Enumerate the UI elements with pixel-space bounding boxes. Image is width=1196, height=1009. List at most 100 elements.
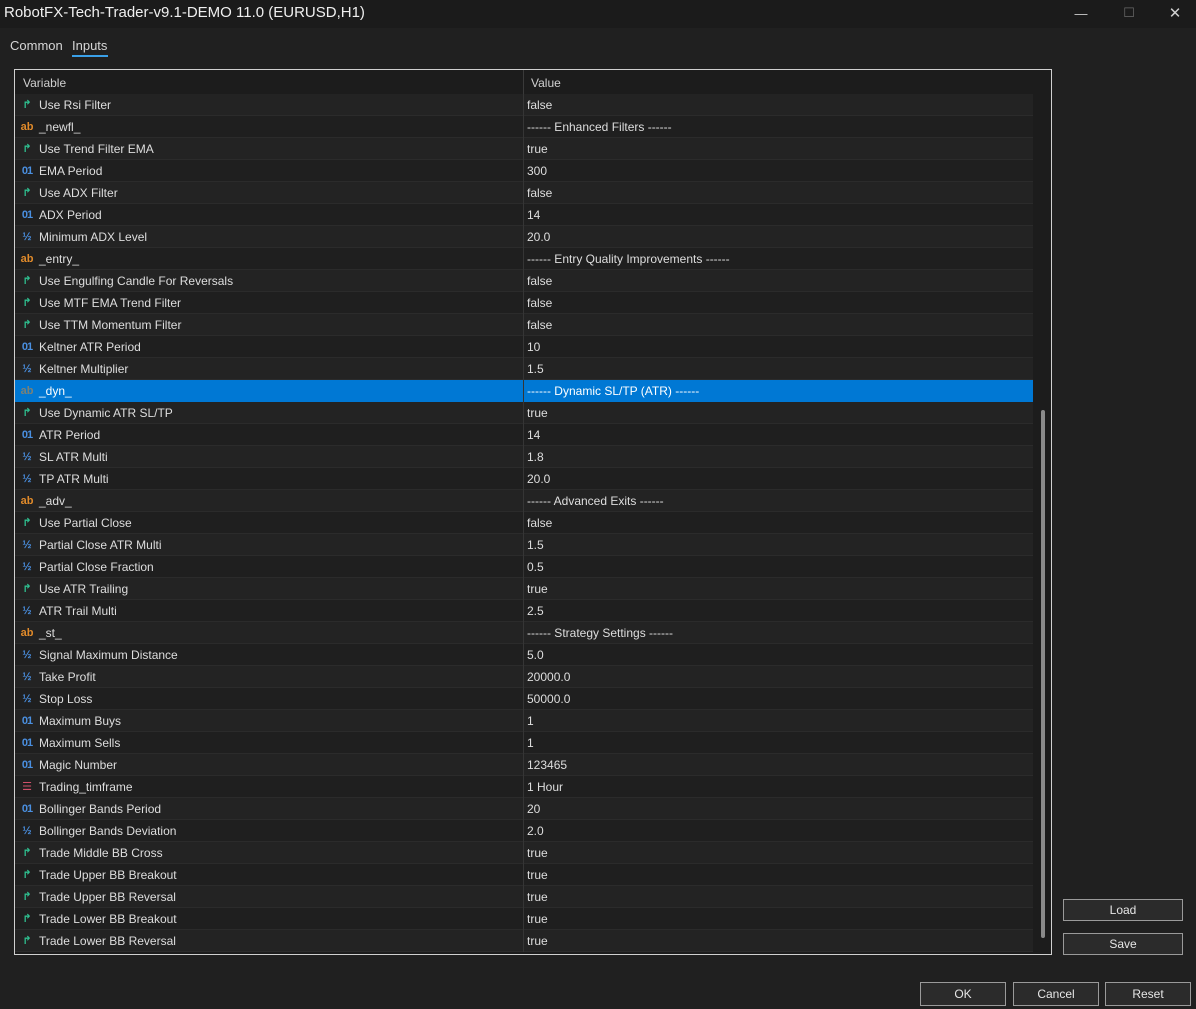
table-row[interactable]: ½ Take Profit 20000.0: [15, 666, 1033, 688]
table-row[interactable]: 01 EMA Period 300: [15, 160, 1033, 182]
variable-value[interactable]: 50000.0: [527, 692, 570, 706]
table-row[interactable]: 01 Bollinger Bands Period 20: [15, 798, 1033, 820]
variable-value[interactable]: true: [527, 890, 548, 904]
table-row[interactable]: ↱ Trade Middle BB Cross true: [15, 842, 1033, 864]
table-row[interactable]: ↱ Use Partial Close false: [15, 512, 1033, 534]
cell-divider: [523, 622, 524, 644]
bool-arrow-icon: ↱: [22, 583, 32, 595]
variable-value[interactable]: false: [527, 98, 552, 112]
table-row[interactable]: ↱ Use Engulfing Candle For Reversals false: [15, 270, 1033, 292]
save-button[interactable]: Save: [1063, 933, 1183, 955]
reset-button[interactable]: Reset: [1105, 982, 1191, 1006]
variable-value[interactable]: false: [527, 296, 552, 310]
cell-divider: [523, 160, 524, 182]
table-row[interactable]: ↱ Use Trend Filter EMA true: [15, 138, 1033, 160]
variable-value[interactable]: 1.5: [527, 362, 544, 376]
variable-value[interactable]: 1 Hour: [527, 780, 563, 794]
variable-value[interactable]: true: [527, 912, 548, 926]
table-row[interactable]: 01 Keltner ATR Period 10: [15, 336, 1033, 358]
scrollbar-thumb[interactable]: [1041, 410, 1045, 938]
table-row[interactable]: ½ Stop Loss 50000.0: [15, 688, 1033, 710]
table-row[interactable]: 01 Magic Number 123465: [15, 754, 1033, 776]
variable-value[interactable]: ------ Strategy Settings ------: [527, 626, 673, 640]
variable-value[interactable]: ------ Enhanced Filters ------: [527, 120, 672, 134]
variable-value[interactable]: 20000.0: [527, 670, 570, 684]
variable-value[interactable]: 300: [527, 164, 547, 178]
variable-value[interactable]: 1.8: [527, 450, 544, 464]
tab-inputs[interactable]: Inputs: [72, 38, 107, 53]
variable-value[interactable]: 2.5: [527, 604, 544, 618]
variable-value[interactable]: 20: [527, 802, 540, 816]
table-row[interactable]: ↱ Trade Upper BB Breakout true: [15, 864, 1033, 886]
variable-value[interactable]: false: [527, 318, 552, 332]
table-row[interactable]: ↱ Use TTM Momentum Filter false: [15, 314, 1033, 336]
table-row[interactable]: ↱ Use MTF EMA Trend Filter false: [15, 292, 1033, 314]
table-row[interactable]: ↱ Use ADX Filter false: [15, 182, 1033, 204]
table-row[interactable]: ↱ Use ATR Trailing true: [15, 578, 1033, 600]
variable-value[interactable]: true: [527, 846, 548, 860]
variable-value[interactable]: false: [527, 516, 552, 530]
column-header-value[interactable]: Value: [531, 76, 561, 90]
cancel-button[interactable]: Cancel: [1013, 982, 1099, 1006]
variable-value[interactable]: 2.0: [527, 824, 544, 838]
variable-value[interactable]: 0.5: [527, 560, 544, 574]
variable-value[interactable]: 1.5: [527, 538, 544, 552]
variable-value[interactable]: false: [527, 274, 552, 288]
variable-value[interactable]: true: [527, 142, 548, 156]
ok-button[interactable]: OK: [920, 982, 1006, 1006]
variable-value[interactable]: ------ Dynamic SL/TP (ATR) ------: [527, 384, 699, 398]
variable-value[interactable]: ------ Advanced Exits ------: [527, 494, 664, 508]
column-header-variable[interactable]: Variable: [23, 76, 66, 90]
inputs-table[interactable]: Variable Value ↱ Use Rsi Filter false ab _ne…: [14, 69, 1052, 955]
table-row[interactable]: ↱ Use Dynamic ATR SL/TP true: [15, 402, 1033, 424]
tab-common[interactable]: Common: [10, 38, 63, 53]
table-row[interactable]: 01 ADX Period 14: [15, 204, 1033, 226]
table-row[interactable]: ab _st_ ------ Strategy Settings ------: [15, 622, 1033, 644]
variable-value[interactable]: true: [527, 406, 548, 420]
close-icon[interactable]: ✕: [1152, 0, 1196, 26]
table-row[interactable]: 01 ATR Period 14: [15, 424, 1033, 446]
table-row[interactable]: ½ Partial Close ATR Multi 1.5: [15, 534, 1033, 556]
variable-value[interactable]: 5.0: [527, 648, 544, 662]
table-row[interactable]: ↱ Trade Lower BB Reversal true: [15, 930, 1033, 952]
table-row[interactable]: ab _dyn_ ------ Dynamic SL/TP (ATR) ------: [15, 380, 1033, 402]
variable-value[interactable]: true: [527, 934, 548, 948]
vertical-scrollbar[interactable]: [1033, 70, 1051, 954]
table-row[interactable]: ab _newfl_ ------ Enhanced Filters ------: [15, 116, 1033, 138]
table-row[interactable]: 01 Maximum Sells 1: [15, 732, 1033, 754]
variable-value[interactable]: 20.0: [527, 230, 550, 244]
table-row[interactable]: ☰ Trading_timframe 1 Hour: [15, 776, 1033, 798]
table-row[interactable]: ½ TP ATR Multi 20.0: [15, 468, 1033, 490]
table-row[interactable]: ab _entry_ ------ Entry Quality Improvemen…: [15, 248, 1033, 270]
variable-value[interactable]: 1: [527, 736, 534, 750]
column-divider[interactable]: [523, 70, 524, 94]
variable-value[interactable]: ------ Entry Quality Improvements ------: [527, 252, 730, 266]
maximize-icon[interactable]: ☐: [1106, 0, 1152, 26]
table-row[interactable]: ↱ Trade Upper BB Reversal true: [15, 886, 1033, 908]
cell-divider: [523, 578, 524, 600]
variable-value[interactable]: 14: [527, 428, 540, 442]
table-row[interactable]: ½ Signal Maximum Distance 5.0: [15, 644, 1033, 666]
variable-value[interactable]: true: [527, 582, 548, 596]
table-row[interactable]: ½ Bollinger Bands Deviation 2.0: [15, 820, 1033, 842]
variable-name: Bollinger Bands Period: [39, 802, 162, 816]
variable-value[interactable]: 1: [527, 714, 534, 728]
table-row[interactable]: ↱ Use Rsi Filter false: [15, 94, 1033, 116]
table-row[interactable]: ab _adv_ ------ Advanced Exits ------: [15, 490, 1033, 512]
table-row[interactable]: ↱ Trade Lower BB Breakout true: [15, 908, 1033, 930]
variable-value[interactable]: 20.0: [527, 472, 550, 486]
table-row[interactable]: ½ SL ATR Multi 1.8: [15, 446, 1033, 468]
table-row[interactable]: ½ Keltner Multiplier 1.5: [15, 358, 1033, 380]
table-row[interactable]: ½ Partial Close Fraction 0.5: [15, 556, 1033, 578]
minimize-icon[interactable]: —: [1058, 0, 1104, 26]
table-row[interactable]: ½ ATR Trail Multi 2.5: [15, 600, 1033, 622]
variable-value[interactable]: 123465: [527, 758, 567, 772]
table-row[interactable]: ½ Minimum ADX Level 20.0: [15, 226, 1033, 248]
variable-value[interactable]: 14: [527, 208, 540, 222]
load-button[interactable]: Load: [1063, 899, 1183, 921]
variable-value[interactable]: true: [527, 868, 548, 882]
variable-value[interactable]: false: [527, 186, 552, 200]
table-row[interactable]: 01 Maximum Buys 1: [15, 710, 1033, 732]
variable-value[interactable]: 10: [527, 340, 540, 354]
double-half-icon: ½: [22, 539, 32, 551]
